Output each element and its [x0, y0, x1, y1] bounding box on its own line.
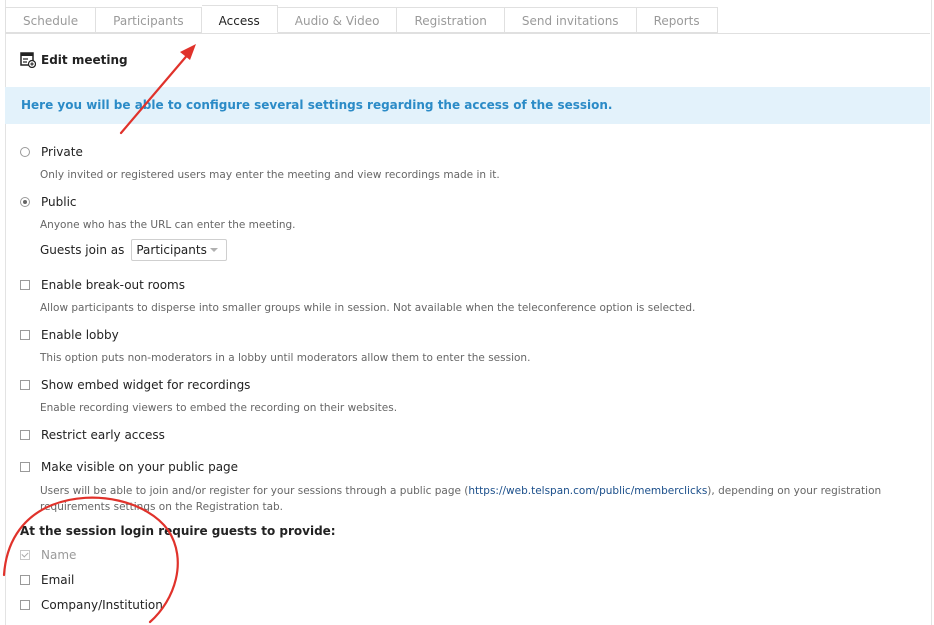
guests-join-label: Guests join as: [40, 243, 125, 257]
breakout-description: Allow participants to disperse into smal…: [40, 302, 696, 314]
tab-access[interactable]: Access: [201, 5, 278, 33]
name-checkbox: [20, 550, 30, 560]
early-access-option[interactable]: Restrict early access: [20, 428, 165, 442]
guests-join-select[interactable]: Participants: [131, 239, 228, 261]
early-access-label: Restrict early access: [41, 428, 165, 442]
email-checkbox[interactable]: [20, 575, 30, 585]
login-field-company[interactable]: Company/Institution: [20, 598, 163, 612]
email-label: Email: [41, 573, 75, 587]
guests-join-value: Participants: [136, 243, 207, 257]
public-page-description: Users will be able to join and/or regist…: [40, 483, 920, 515]
login-field-name: Name: [20, 548, 76, 562]
tab-registration[interactable]: Registration: [397, 7, 505, 33]
public-page-option[interactable]: Make visible on your public page: [20, 460, 238, 474]
private-option[interactable]: Private: [20, 145, 83, 159]
lobby-description: This option puts non-moderators in a lob…: [40, 352, 531, 364]
name-label: Name: [41, 548, 77, 562]
early-access-checkbox[interactable]: [20, 430, 30, 440]
tab-divider: [5, 33, 930, 34]
private-label: Private: [41, 145, 83, 159]
company-label: Company/Institution: [41, 598, 163, 612]
lobby-checkbox[interactable]: [20, 330, 30, 340]
company-checkbox[interactable]: [20, 600, 30, 610]
breakout-option[interactable]: Enable break-out rooms: [20, 278, 185, 292]
private-description: Only invited or registered users may ent…: [40, 169, 500, 181]
embed-checkbox[interactable]: [20, 380, 30, 390]
embed-description: Enable recording viewers to embed the re…: [40, 402, 398, 414]
public-page-checkbox[interactable]: [20, 462, 30, 472]
breakout-label: Enable break-out rooms: [41, 278, 185, 292]
embed-option[interactable]: Show embed widget for recordings: [20, 378, 250, 392]
edit-meeting-heading: Edit meeting: [20, 52, 128, 68]
lobby-option[interactable]: Enable lobby: [20, 328, 119, 342]
public-page-desc-before: Users will be able to join and/or regist…: [40, 485, 469, 497]
login-field-email[interactable]: Email: [20, 573, 74, 587]
public-description: Anyone who has the URL can enter the mee…: [40, 219, 296, 231]
tab-participants[interactable]: Participants: [96, 7, 202, 33]
public-option[interactable]: Public: [20, 195, 77, 209]
tab-audio-video[interactable]: Audio & Video: [277, 7, 398, 33]
edit-meeting-icon: [20, 52, 36, 68]
info-banner: Here you will be able to configure sever…: [5, 87, 930, 124]
embed-label: Show embed widget for recordings: [41, 378, 251, 392]
edit-meeting-label: Edit meeting: [41, 53, 128, 67]
tab-send-invitations[interactable]: Send invitations: [504, 7, 637, 33]
lobby-label: Enable lobby: [41, 328, 119, 342]
private-radio[interactable]: [20, 147, 30, 157]
tab-bar: Schedule Participants Access Audio & Vid…: [5, 5, 718, 34]
login-requirements-title: At the session login require guests to p…: [20, 524, 336, 538]
tab-schedule[interactable]: Schedule: [5, 7, 97, 33]
guests-join-row: Guests join as Participants: [40, 239, 228, 261]
chevron-down-icon: [210, 248, 219, 252]
public-page-link[interactable]: https://web.telspan.com/public/membercli…: [468, 485, 707, 497]
tab-reports[interactable]: Reports: [636, 7, 718, 33]
breakout-checkbox[interactable]: [20, 280, 30, 290]
public-page-label: Make visible on your public page: [41, 460, 239, 474]
public-label: Public: [41, 195, 77, 209]
public-radio[interactable]: [20, 197, 30, 207]
